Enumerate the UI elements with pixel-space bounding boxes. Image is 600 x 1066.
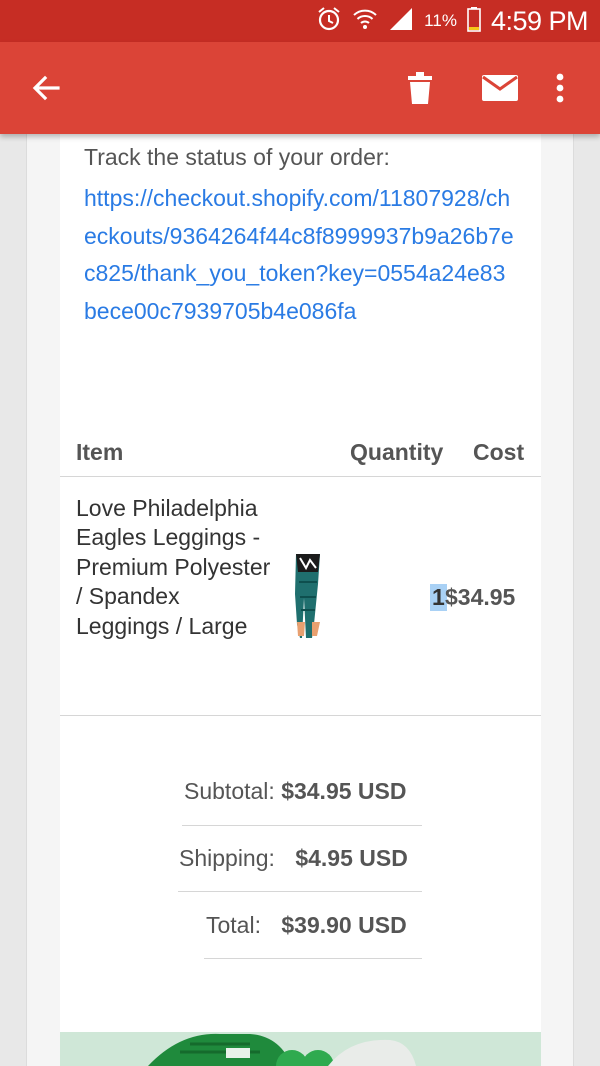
signal-icon — [388, 6, 414, 37]
shipping-row: Shipping: $4.95 USD — [179, 845, 408, 872]
summary-divider — [204, 958, 422, 959]
email-margin-right — [541, 134, 574, 1066]
promo-banner-image[interactable] — [60, 1032, 541, 1066]
trash-icon[interactable] — [404, 70, 436, 106]
shipping-label: Shipping: — [179, 845, 275, 871]
track-order-label: Track the status of your order: — [84, 144, 390, 170]
order-item-cost: $34.95 — [445, 584, 516, 610]
mail-icon[interactable] — [480, 72, 520, 104]
app-bar — [0, 42, 600, 134]
battery-percent: 11% — [424, 11, 457, 30]
subtotal-row: Subtotal: $34.95 USD — [184, 778, 407, 805]
product-image[interactable] — [290, 552, 326, 640]
more-vert-icon[interactable] — [548, 70, 572, 106]
order-item-name: Love Philadelphia Eagles Leggings - Prem… — [76, 495, 271, 639]
col-header-cost: Cost — [473, 439, 525, 465]
total-row: Total: $39.90 USD — [206, 912, 407, 939]
col-header-quantity: Quantity — [350, 439, 444, 465]
email-margin-left — [26, 134, 60, 1066]
battery-icon — [467, 6, 481, 37]
shipping-value: $4.95 USD — [295, 845, 408, 871]
col-header-item: Item — [76, 439, 124, 465]
status-bar: 11% 4:59 PM — [0, 0, 600, 42]
summary-divider — [178, 891, 422, 892]
arrow-back-icon[interactable] — [28, 70, 64, 106]
total-label: Total: — [206, 912, 261, 938]
total-value: $39.90 USD — [281, 912, 407, 938]
track-order-link[interactable]: https://checkout.shopify.com/11807928/ch… — [84, 180, 514, 330]
summary-divider — [182, 825, 422, 826]
clock: 4:59 PM — [490, 5, 589, 36]
subtotal-value: $34.95 USD — [281, 778, 407, 804]
alarm-icon — [316, 6, 342, 37]
table-header-divider — [60, 476, 541, 477]
wifi-icon — [352, 6, 378, 37]
table-row-divider — [60, 715, 541, 716]
subtotal-label: Subtotal: — [184, 778, 275, 804]
